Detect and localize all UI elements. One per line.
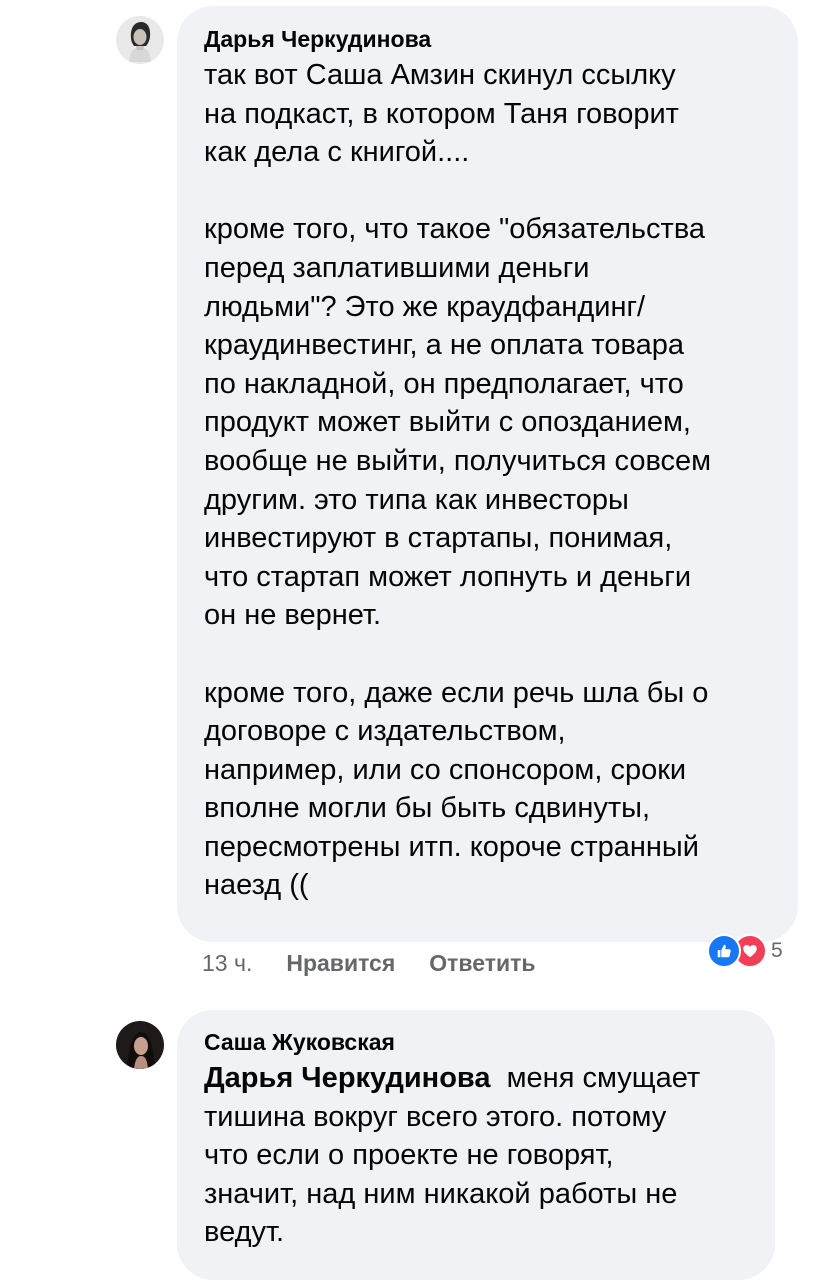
comment-text: так вот Саша Амзин скинул ссылку на подк… xyxy=(204,59,712,902)
reply-button[interactable]: Ответить xyxy=(429,950,535,977)
avatar[interactable] xyxy=(116,16,164,64)
avatar[interactable] xyxy=(116,1021,164,1069)
comment-bubble: Дарья Черкудинова так вот Саша Амзин ски… xyxy=(177,6,798,942)
comment-text: Дарья Черкудинова меня смущает тишина во… xyxy=(204,1059,755,1252)
comment-actions: 13 ч. Нравится Ответить xyxy=(202,946,570,980)
mention-link[interactable]: Дарья Черкудинова xyxy=(204,1062,491,1094)
comment-author[interactable]: Дарья Черкудинова xyxy=(204,24,778,54)
reaction-count: 5 xyxy=(771,939,783,962)
comment-timestamp[interactable]: 13 ч. xyxy=(202,950,252,977)
like-icon xyxy=(707,934,741,968)
like-button[interactable]: Нравится xyxy=(286,950,395,977)
comment-author[interactable]: Саша Жуковская xyxy=(204,1027,755,1057)
comment-bubble: Саша Жуковская Дарья Черкудинова меня см… xyxy=(177,1010,775,1280)
reactions-summary[interactable]: 5 xyxy=(707,934,783,968)
